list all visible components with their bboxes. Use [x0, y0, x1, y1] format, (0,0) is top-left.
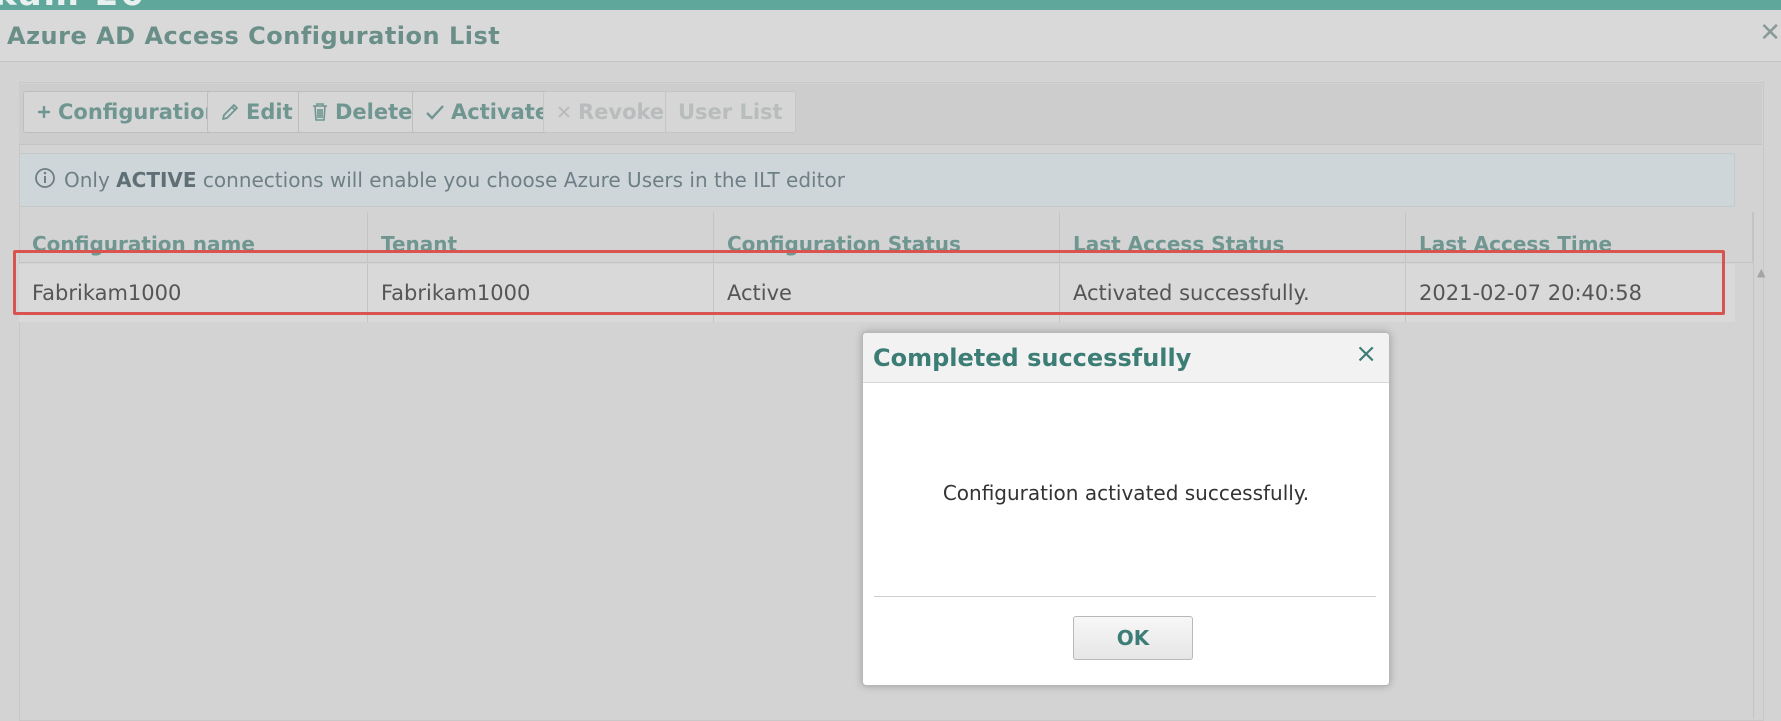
scroll-up-icon[interactable]: ▲: [1757, 266, 1765, 279]
grid-scrollbar[interactable]: [1753, 212, 1763, 719]
user-list-label: User List: [678, 100, 783, 124]
add-configuration-button[interactable]: Configuration: [23, 91, 233, 133]
dialog-header: Completed successfully ×: [863, 333, 1389, 383]
user-list-button[interactable]: User List: [665, 91, 796, 133]
success-dialog: Completed successfully × Configuration a…: [862, 332, 1390, 686]
dialog-message: Configuration activated successfully.: [942, 481, 1310, 505]
app-banner-text: kam 20: [0, 0, 146, 10]
delete-label: Delete: [335, 100, 413, 124]
activate-label: Activate: [451, 100, 550, 124]
row-highlight-annotation: [13, 250, 1725, 315]
trash-icon: [311, 102, 329, 122]
delete-button[interactable]: Delete: [298, 91, 426, 133]
info-circle-icon: [34, 167, 56, 194]
pencil-icon: [220, 102, 240, 122]
edit-label: Edit: [246, 100, 293, 124]
window-close-icon[interactable]: ✕: [1759, 20, 1781, 46]
dialog-divider: [874, 596, 1376, 597]
app-banner: kam 20: [0, 0, 1781, 10]
revoke-label: Revoke: [578, 100, 665, 124]
edit-button[interactable]: Edit: [207, 91, 306, 133]
x-icon: [556, 104, 572, 120]
window-title: Azure AD Access Configuration List: [7, 22, 501, 50]
ok-button[interactable]: OK: [1073, 616, 1193, 660]
dialog-close-icon[interactable]: ×: [1355, 341, 1377, 367]
dialog-title: Completed successfully: [873, 344, 1192, 372]
plus-icon: [36, 104, 52, 120]
revoke-button[interactable]: Revoke: [543, 91, 678, 133]
info-text: Only ACTIVE connections will enable you …: [64, 168, 845, 192]
window-titlebar: Azure AD Access Configuration List ✕: [0, 10, 1781, 62]
info-message: Only ACTIVE connections will enable you …: [19, 153, 1735, 207]
add-configuration-label: Configuration: [58, 100, 220, 124]
activate-button[interactable]: Activate: [412, 91, 563, 133]
toolbar: Configuration Edit Delete Activate Revok…: [19, 84, 1762, 145]
check-icon: [425, 103, 445, 121]
info-emphasis: ACTIVE: [116, 168, 197, 192]
